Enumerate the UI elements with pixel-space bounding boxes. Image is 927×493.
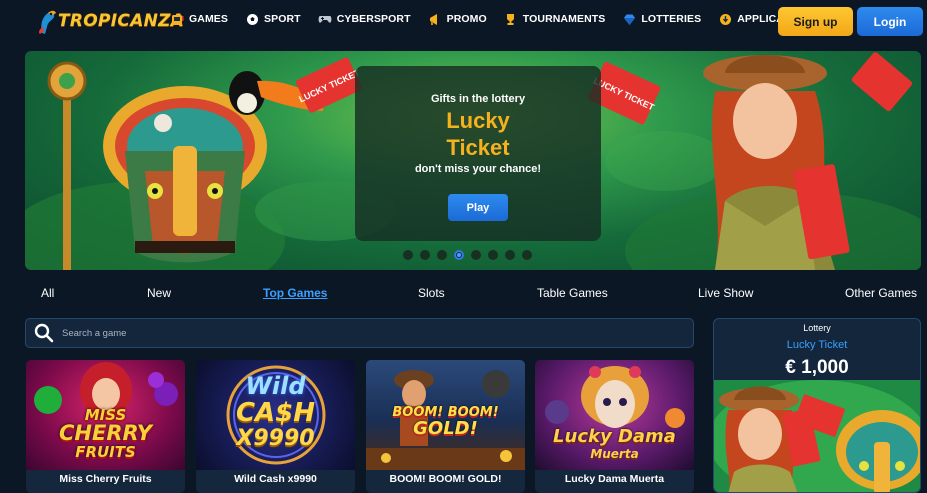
game-name: Wild Cash x9990 — [234, 473, 317, 485]
lottery-label: Lottery — [803, 323, 831, 333]
soccer-ball-icon — [245, 12, 259, 26]
category-tabs: All New Top Games Slots Table Games Live… — [0, 286, 927, 302]
promo-card: Gifts in the lottery Lucky Ticket don't … — [355, 66, 601, 241]
game-thumbnail: Lucky Dama Muerta — [535, 360, 694, 470]
nav-sport[interactable]: SPORT — [245, 12, 301, 26]
lottery-image — [714, 380, 920, 492]
search-placeholder: Search a game — [62, 327, 127, 339]
tab-live-show[interactable]: Live Show — [698, 286, 753, 300]
brand-name: TROPICANZA — [58, 11, 185, 31]
search-input[interactable]: Search a game — [25, 318, 694, 348]
nav-games[interactable]: GAMES — [170, 12, 228, 26]
slot-machine-icon — [170, 12, 184, 26]
nav-promo-label: PROMO — [446, 13, 487, 25]
game-name: Miss Cherry Fruits — [59, 473, 152, 485]
thumb-title-2: Muerta — [590, 447, 639, 461]
carousel-dot[interactable] — [505, 250, 515, 260]
game-name: BOOM! BOOM! GOLD! — [389, 473, 502, 485]
nav-games-label: GAMES — [189, 13, 229, 25]
nav-tournaments[interactable]: TOURNAMENTS — [504, 12, 606, 26]
lottery-panel[interactable]: Lottery Lucky Ticket € 1,000 — [713, 318, 921, 493]
thumb-title-2: GOLD! — [413, 418, 478, 439]
download-icon — [718, 12, 732, 26]
tab-other-games[interactable]: Other Games — [845, 286, 917, 300]
top-header: TROPICANZA GAMES SPORT CYBERSPORT PROMO — [0, 0, 927, 44]
megaphone-icon — [428, 12, 442, 26]
game-card-wild-cash[interactable]: Wild CA$H X9990 Wild Cash x9990 — [196, 360, 355, 493]
promo-banner[interactable]: LUCKY TICKET LUCKY TICKET Gifts in the l… — [25, 51, 921, 270]
thumb-title-2: CA$H — [235, 398, 316, 428]
search-icon — [34, 323, 54, 343]
promo-subtitle: Gifts in the lottery — [430, 93, 526, 105]
nav-lotteries[interactable]: LOTTERIES — [622, 12, 701, 26]
tab-slots[interactable]: Slots — [418, 286, 445, 300]
tab-new[interactable]: New — [147, 286, 171, 300]
promo-title: Lucky Ticket — [355, 107, 601, 161]
thumb-title-3: FRUITS — [75, 443, 136, 461]
carousel-dot[interactable] — [420, 250, 430, 260]
game-thumbnail: Wild CA$H X9990 — [196, 360, 355, 470]
parrot-icon — [36, 7, 58, 35]
promo-title-line2: Ticket — [446, 135, 510, 160]
thumb-title-1: Lucky Dama — [553, 426, 676, 447]
trophy-icon — [504, 12, 518, 26]
thumb-title-2: CHERRY — [59, 421, 152, 445]
nav-promo[interactable]: PROMO — [428, 12, 487, 26]
carousel-dot[interactable] — [471, 250, 481, 260]
carousel-dot[interactable] — [522, 250, 532, 260]
login-button[interactable]: Login — [857, 7, 923, 36]
gamepad-icon — [318, 12, 332, 26]
diamond-icon — [622, 12, 636, 26]
nav-lotteries-label: LOTTERIES — [641, 13, 702, 25]
game-card-miss-cherry-fruits[interactable]: MISS CHERRY FRUITS Miss Cherry Fruits — [26, 360, 185, 493]
play-button[interactable]: Play — [448, 194, 508, 221]
game-thumbnail: BOOM! BOOM! GOLD! — [366, 360, 525, 470]
nav-sport-label: SPORT — [264, 13, 301, 25]
carousel-dot[interactable] — [488, 250, 498, 260]
lottery-prize: € 1,000 — [785, 357, 849, 378]
carousel-dot[interactable] — [403, 250, 413, 260]
nav-cybersport[interactable]: CYBERSPORT — [318, 12, 411, 26]
nav-tournaments-label: TOURNAMENTS — [522, 13, 606, 25]
carousel-dot-active[interactable] — [454, 250, 464, 260]
main-nav: GAMES SPORT CYBERSPORT PROMO TOURNAMENTS — [170, 12, 826, 26]
nav-cybersport-label: CYBERSPORT — [336, 13, 411, 25]
carousel-dots — [403, 250, 532, 260]
game-card-lucky-dama-muerta[interactable]: Lucky Dama Muerta Lucky Dama Muerta — [535, 360, 694, 493]
game-thumbnail: MISS CHERRY FRUITS — [26, 360, 185, 470]
game-name: Lucky Dama Muerta — [564, 473, 665, 485]
brand-logo[interactable]: TROPICANZA — [36, 6, 184, 36]
lottery-name-link[interactable]: Lucky Ticket — [714, 339, 920, 351]
game-card-boom-boom-gold[interactable]: BOOM! BOOM! GOLD! BOOM! BOOM! GOLD! — [366, 360, 525, 493]
carousel-dot[interactable] — [437, 250, 447, 260]
tab-table-games[interactable]: Table Games — [537, 286, 608, 300]
tab-top-games[interactable]: Top Games — [263, 286, 327, 300]
tab-all[interactable]: All — [41, 286, 54, 300]
signup-button[interactable]: Sign up — [778, 7, 853, 36]
thumb-title-1: Wild — [245, 372, 306, 400]
thumb-title-3: X9990 — [236, 426, 315, 451]
promo-tagline: don't miss your chance! — [414, 163, 542, 175]
promo-title-line1: Lucky — [446, 108, 510, 133]
